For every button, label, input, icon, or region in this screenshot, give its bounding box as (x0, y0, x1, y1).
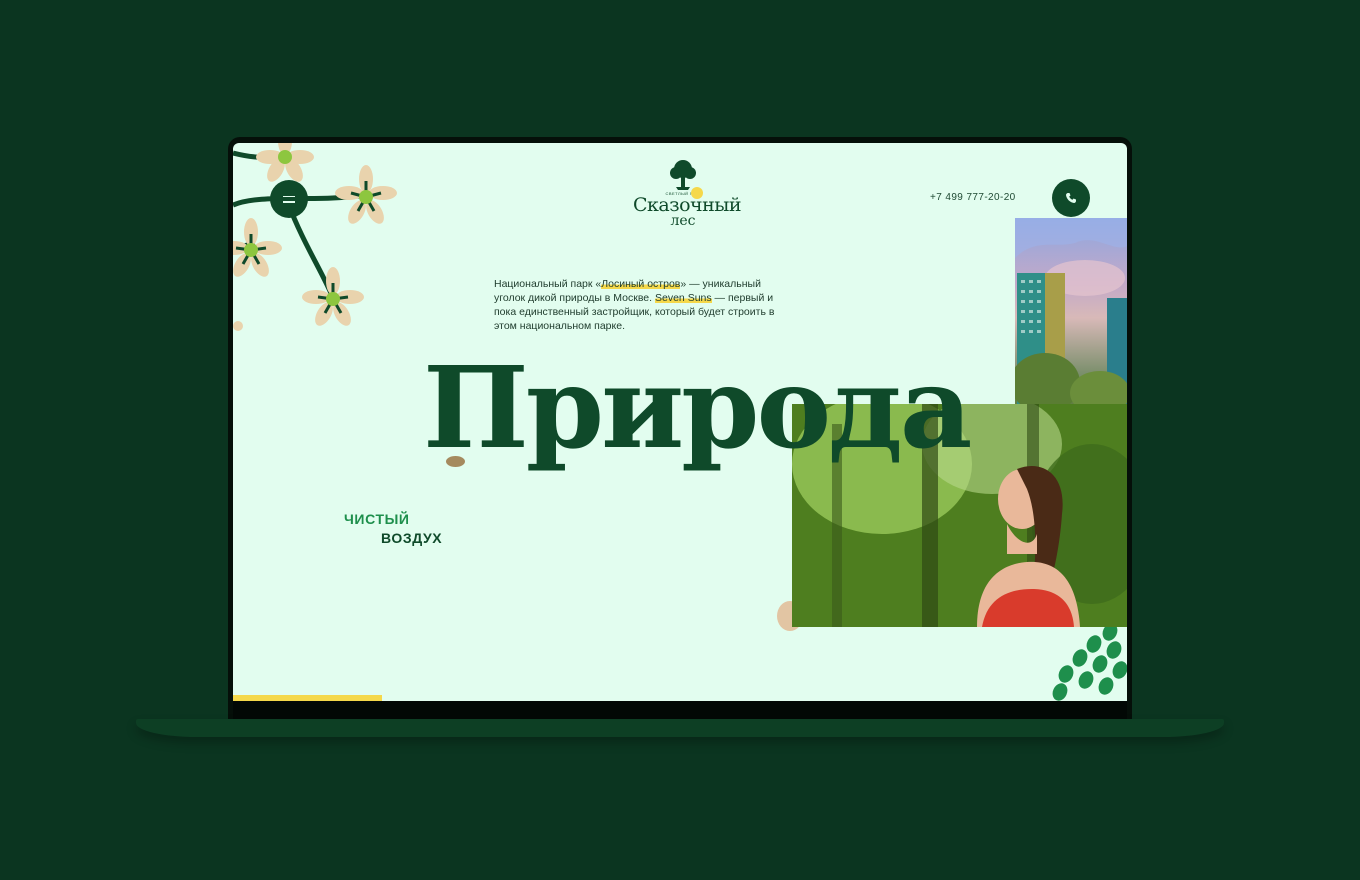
flower-3 (233, 218, 282, 277)
intro-text: Национальный парк «Лосиный остров» — уни… (494, 277, 794, 333)
laptop-base (136, 719, 1224, 737)
intro-part1: Национальный парк « (494, 278, 602, 290)
phone-icon (1066, 193, 1076, 203)
tag-clean: ЧИСТЫЙ (344, 511, 410, 527)
flower-1 (256, 143, 314, 182)
logo-main: Сказочный (633, 194, 742, 216)
flower-4 (302, 267, 364, 326)
phone-button[interactable] (1052, 179, 1090, 217)
leaf-decoration (1049, 619, 1127, 701)
sun-icon (691, 187, 703, 199)
menu-button[interactable] (270, 180, 308, 218)
hero-title: Природа (423, 343, 972, 474)
flower-decoration (233, 143, 397, 331)
phone-number[interactable]: +7 499 777-20-20 (930, 192, 1016, 203)
menu-icon (283, 194, 295, 205)
tag-air: ВОЗДУХ (381, 530, 443, 546)
intro-link-sevensuns[interactable]: Seven Suns (655, 292, 712, 304)
flower-2 (335, 165, 397, 224)
website-screen: СВЕТЛЫЙ МИР Сказочный лес +7 499 777-20-… (233, 143, 1127, 701)
decor-blob (446, 456, 465, 467)
logo[interactable]: СВЕТЛЫЙ МИР Сказочный лес (633, 159, 742, 229)
screen-bottom-strip (233, 701, 1127, 719)
progress-bar (233, 695, 382, 701)
intro-link-losiny[interactable]: Лосиный остров (601, 278, 681, 290)
logo-sub: лес (670, 213, 696, 229)
